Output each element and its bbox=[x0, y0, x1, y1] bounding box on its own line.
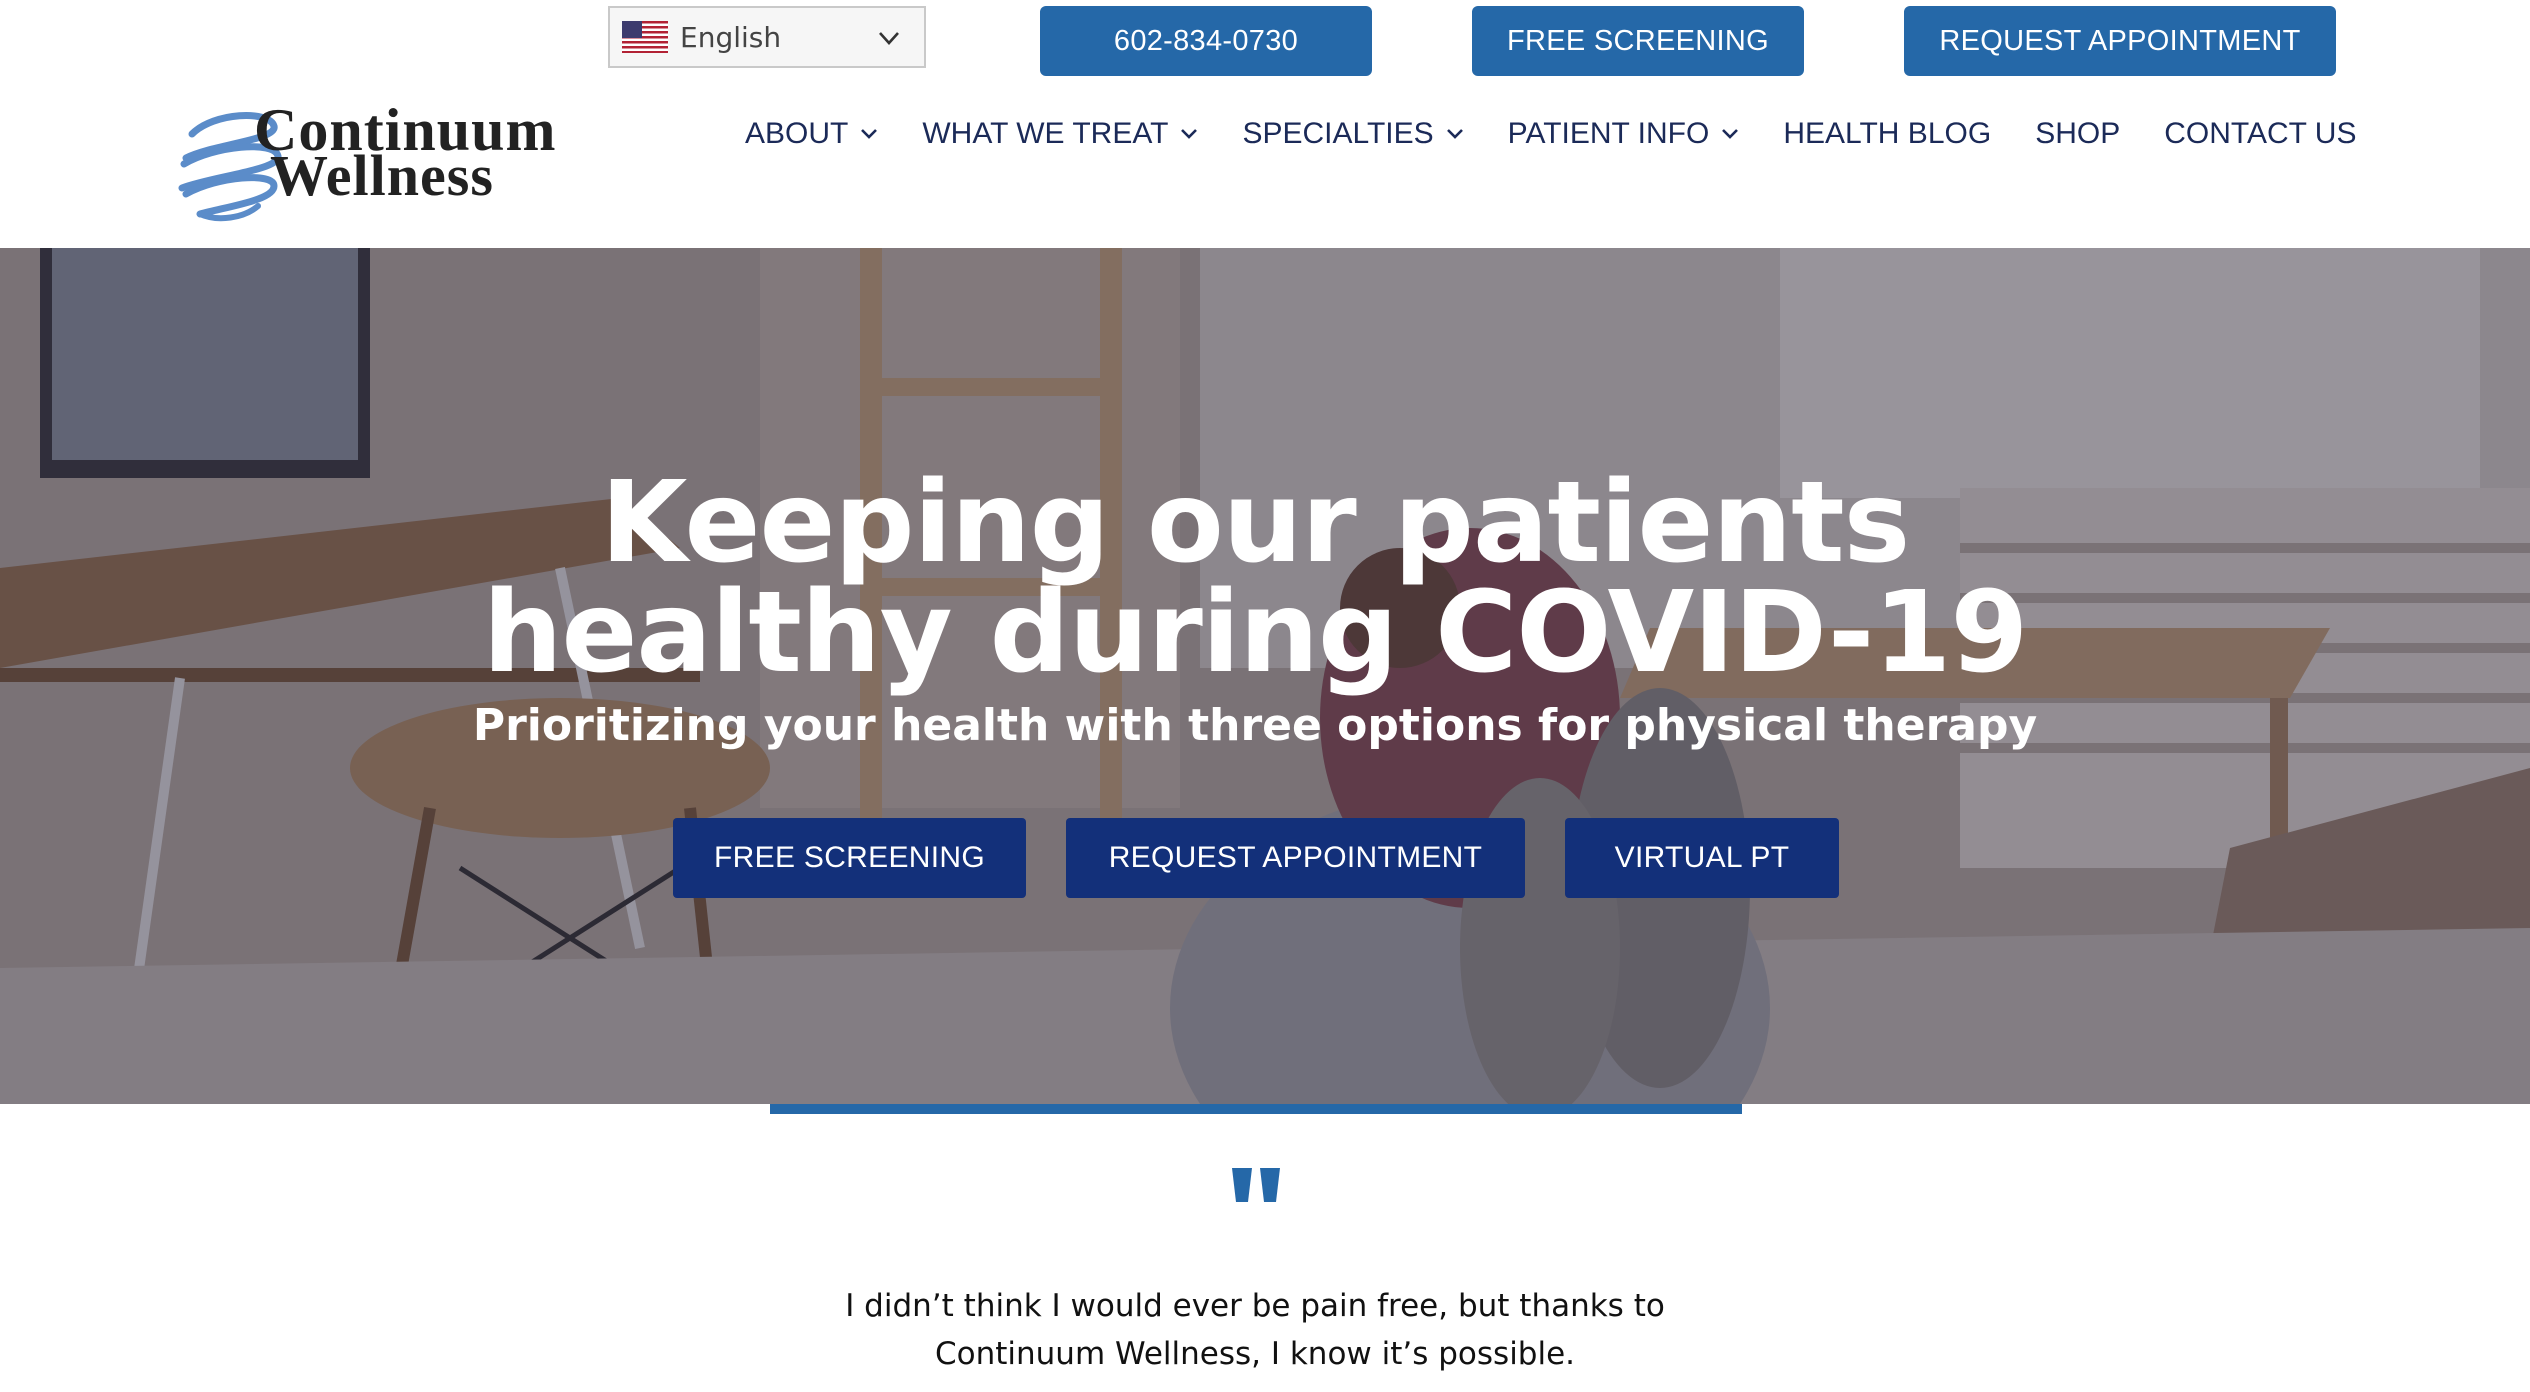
us-flag-icon bbox=[622, 21, 668, 53]
chevron-down-icon bbox=[1446, 129, 1463, 139]
nav-item-shop[interactable]: SHOP bbox=[2035, 117, 2120, 151]
quote-icon bbox=[1232, 1168, 1280, 1202]
hero-request-appointment-button[interactable]: REQUEST APPOINTMENT bbox=[1066, 818, 1525, 898]
language-select[interactable]: English bbox=[608, 6, 926, 68]
nav-item-contact-us[interactable]: CONTACT US bbox=[2164, 117, 2356, 151]
logo[interactable]: Continuum Wellness bbox=[174, 96, 570, 222]
nav-item-label: WHAT WE TREAT bbox=[922, 117, 1169, 150]
hero-subtitle: Prioritizing your health with three opti… bbox=[472, 700, 2038, 751]
chevron-down-icon bbox=[1722, 129, 1739, 139]
chevron-down-icon bbox=[879, 32, 899, 45]
phone-button[interactable]: 602-834-0730 bbox=[1040, 6, 1372, 76]
nav-item-label: HEALTH BLOG bbox=[1783, 117, 1992, 150]
nav-item-label: CONTACT US bbox=[2164, 117, 2357, 150]
hero-virtual-pt-button[interactable]: VIRTUAL PT bbox=[1565, 818, 1839, 898]
nav-item-label: PATIENT INFO bbox=[1507, 117, 1710, 150]
hero-title-line1: Keeping our patients bbox=[600, 458, 1911, 588]
chevron-down-icon bbox=[861, 129, 878, 139]
chevron-down-icon bbox=[1181, 129, 1198, 139]
hero-title: Keeping our patients healthy during COVI… bbox=[0, 458, 2510, 698]
logo-text-line2: Wellness bbox=[270, 143, 494, 208]
hero-title-line2: healthy during COVID-19 bbox=[482, 568, 2029, 698]
nav-item-label: ABOUT bbox=[745, 117, 849, 150]
request-appointment-button[interactable]: REQUEST APPOINTMENT bbox=[1904, 6, 2336, 76]
free-screening-button[interactable]: FREE SCREENING bbox=[1472, 6, 1804, 76]
hero-free-screening-button[interactable]: FREE SCREENING bbox=[673, 818, 1026, 898]
nav-item-label: SPECIALTIES bbox=[1242, 117, 1434, 150]
hero-banner: Keeping our patients healthy during COVI… bbox=[0, 248, 2530, 1104]
main-nav: ABOUT WHAT WE TREAT SPECIALTIES PATIENT … bbox=[745, 112, 2400, 156]
testimonial-text: I didn’t think I would ever be pain free… bbox=[0, 1282, 2510, 1378]
nav-item-patient-info[interactable]: PATIENT INFO bbox=[1508, 117, 1740, 151]
nav-item-health-blog[interactable]: HEALTH BLOG bbox=[1783, 117, 1991, 151]
testimonial-line2: Continuum Wellness, I know it’s possible… bbox=[934, 1336, 1576, 1372]
testimonial-line1: I didn’t think I would ever be pain free… bbox=[845, 1288, 1665, 1324]
nav-item-about[interactable]: ABOUT bbox=[745, 117, 878, 151]
nav-item-specialties[interactable]: SPECIALTIES bbox=[1242, 117, 1463, 151]
nav-item-label: SHOP bbox=[2035, 117, 2121, 150]
testimonial-accent-bar bbox=[770, 1104, 1742, 1114]
language-label: English bbox=[680, 20, 782, 54]
nav-item-what-we-treat[interactable]: WHAT WE TREAT bbox=[922, 117, 1198, 151]
